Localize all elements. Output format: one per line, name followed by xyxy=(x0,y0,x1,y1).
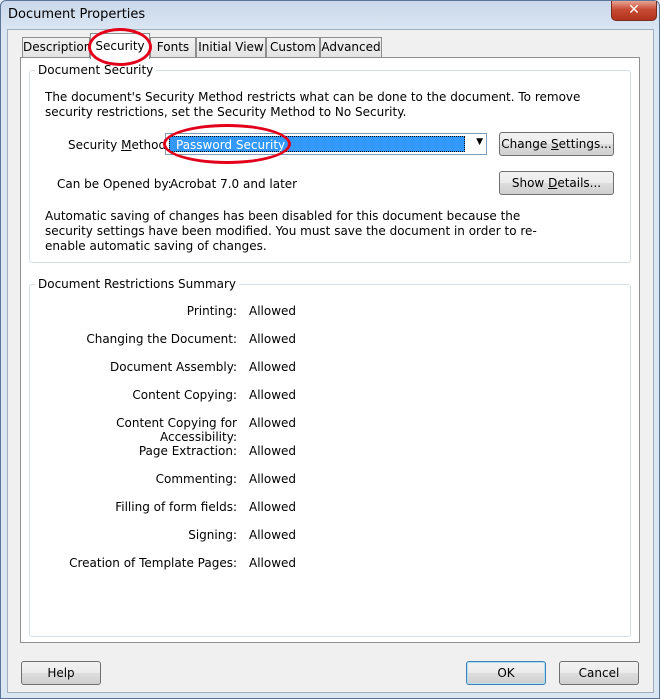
tab-label: Description xyxy=(23,40,92,54)
tab-label: Fonts xyxy=(156,40,190,54)
restriction-label-signing: Signing: xyxy=(188,528,237,542)
restriction-label-form-filling: Filling of form fields: xyxy=(115,500,237,514)
restriction-value-accessibility: Allowed xyxy=(249,416,297,430)
can-be-opened-value: Acrobat 7.0 and later xyxy=(170,177,298,191)
tab-custom[interactable]: Custom xyxy=(266,37,320,57)
tab-label: Custom xyxy=(270,40,316,54)
annotation-ellipse-security-method xyxy=(163,124,291,164)
restriction-value-page-extraction: Allowed xyxy=(249,444,297,458)
security-method-label: Security Method: xyxy=(68,138,171,152)
restriction-label-changing: Changing the Document: xyxy=(86,332,237,346)
autosave-disabled-text: Automatic saving of changes has been dis… xyxy=(45,209,537,253)
can-be-opened-label: Can be Opened by: xyxy=(57,177,172,191)
restriction-value-changing: Allowed xyxy=(249,332,297,346)
restriction-value-printing: Allowed xyxy=(249,304,297,318)
restriction-label-accessibility: Content Copying for Accessibility: xyxy=(116,416,237,444)
restriction-value-form-filling: Allowed xyxy=(249,500,297,514)
annotation-ellipse-security-tab xyxy=(88,28,152,66)
tab-description[interactable]: Description xyxy=(22,37,92,57)
help-button[interactable]: Help xyxy=(21,661,101,685)
restriction-label-commenting: Commenting: xyxy=(155,472,237,486)
restriction-value-commenting: Allowed xyxy=(249,472,297,486)
ok-button[interactable]: OK xyxy=(466,661,546,685)
restrictions-summary-heading: Document Restrictions Summary xyxy=(35,277,240,291)
document-security-heading: Document Security xyxy=(35,63,157,77)
cancel-button[interactable]: Cancel xyxy=(559,661,639,685)
restriction-label-page-extraction: Page Extraction: xyxy=(138,444,237,458)
restriction-label-template-pages: Creation of Template Pages: xyxy=(69,556,237,570)
restriction-label-printing: Printing: xyxy=(186,304,237,318)
title-bar[interactable]: Document Properties ✕ xyxy=(0,0,660,30)
chevron-down-icon: ▼ xyxy=(476,137,483,147)
window-title: Document Properties xyxy=(8,7,146,22)
change-settings-button[interactable]: Change Settings... xyxy=(499,132,614,156)
restriction-label-copying: Content Copying: xyxy=(132,388,237,402)
restriction-value-assembly: Allowed xyxy=(249,360,297,374)
tab-label: Initial View xyxy=(198,40,264,54)
tab-initial-view[interactable]: Initial View xyxy=(196,37,266,57)
tab-fonts[interactable]: Fonts xyxy=(150,37,196,57)
restriction-label-assembly: Document Assembly: xyxy=(110,360,237,374)
restriction-value-copying: Allowed xyxy=(249,388,297,402)
restriction-value-template-pages: Allowed xyxy=(249,556,297,570)
close-button[interactable]: ✕ xyxy=(611,1,657,21)
tab-label: Advanced xyxy=(321,40,381,54)
security-intro-text: The document's Security Method restricts… xyxy=(45,90,581,119)
restriction-value-signing: Allowed xyxy=(249,528,297,542)
tab-advanced[interactable]: Advanced xyxy=(320,37,382,57)
close-icon: ✕ xyxy=(628,2,640,18)
show-details-button[interactable]: Show Details... xyxy=(499,171,614,195)
